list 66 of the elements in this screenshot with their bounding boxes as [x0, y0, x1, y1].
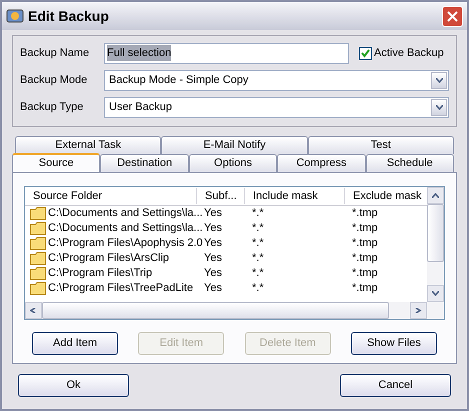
- table-cell-text: C:\Program Files\TreePadLite: [48, 281, 194, 296]
- checkmark-icon: [361, 48, 370, 58]
- column-header[interactable]: Source Folder: [25, 188, 197, 204]
- table-cell-text: Yes: [203, 266, 223, 282]
- table-cell-text: C:\Program Files\Apophysis 2.0: [48, 236, 203, 252]
- button[interactable]: Show Files: [350, 332, 437, 355]
- table-cell-text: *.*: [251, 221, 265, 236]
- left-caret-icon: [30, 308, 37, 313]
- selected-text: Full selection: [107, 44, 172, 62]
- table-cell-text: *.tmp: [351, 251, 379, 266]
- folder-icon: [30, 267, 46, 280]
- down-caret-icon: [436, 78, 442, 82]
- tab[interactable]: Test: [308, 136, 454, 154]
- tab[interactable]: Options: [188, 154, 278, 172]
- dropdown-button[interactable]: [431, 72, 447, 88]
- tab[interactable]: Destination: [100, 154, 189, 172]
- table-cell-text: Yes: [203, 281, 223, 296]
- table-cell-text: *.tmp: [351, 236, 379, 252]
- table-cell-text: *.tmp: [351, 221, 379, 236]
- tab[interactable]: E-Mail Notify: [161, 136, 308, 154]
- vertical-scrollbar[interactable]: [427, 187, 444, 319]
- folder-icon: [30, 252, 46, 265]
- table-cell-text: *.*: [251, 281, 265, 296]
- tab[interactable]: External Task: [15, 136, 162, 154]
- close-button[interactable]: [442, 6, 463, 26]
- table-cell-text: *.*: [251, 206, 265, 222]
- table-cell-text: *.tmp: [351, 206, 379, 222]
- table-cell-text: *.tmp: [351, 281, 379, 296]
- table-cell-text: C:\Program Files\ArsClip: [48, 251, 170, 266]
- button[interactable]: Ok: [18, 374, 129, 397]
- up-caret-icon: [432, 193, 439, 198]
- table-cell-text: C:\Documents and Settings\la...: [48, 221, 203, 236]
- table-cell-text: *.tmp: [351, 266, 379, 282]
- dropdown-button[interactable]: [431, 98, 447, 116]
- table-cell-text: *.*: [251, 266, 265, 282]
- folder-icon: [30, 207, 46, 220]
- column-header[interactable]: Include mask: [245, 188, 345, 204]
- folder-icon: [30, 237, 46, 250]
- column-header[interactable]: Subf...: [197, 188, 245, 204]
- field-label: Backup Mode: [20, 72, 88, 88]
- field-label: Backup Name: [20, 46, 90, 61]
- button[interactable]: Add Item: [32, 332, 118, 355]
- active-backup-checkbox[interactable]: Active Backup: [359, 44, 444, 62]
- table-cell-text: Yes: [203, 251, 223, 266]
- down-caret-icon: [436, 104, 442, 110]
- folder-icon: [30, 222, 46, 235]
- table-cell-text: *.*: [251, 251, 265, 266]
- table-cell-text: *.*: [251, 236, 265, 252]
- tab[interactable]: Source: [12, 153, 100, 172]
- table-cell-text: C:\Documents and Settings\la...: [48, 206, 203, 222]
- tab[interactable]: Schedule: [366, 154, 454, 172]
- close-icon: [447, 10, 458, 22]
- scroll-thumb[interactable]: [427, 204, 444, 262]
- field-label: Backup Type: [20, 100, 84, 115]
- right-caret-icon: [415, 308, 422, 313]
- folder-icon: [30, 282, 46, 295]
- tab[interactable]: Compress: [277, 154, 366, 172]
- button[interactable]: Cancel: [340, 374, 451, 397]
- checkbox[interactable]: [359, 46, 372, 60]
- dropdown[interactable]: User Backup: [104, 96, 449, 118]
- backup-app-icon: [6, 8, 24, 24]
- text-field[interactable]: Full selection: [104, 42, 349, 64]
- down-caret-icon: [432, 291, 439, 296]
- window-title: Edit Backup: [28, 6, 110, 26]
- table-cell-text: C:\Program Files\Trip: [48, 266, 152, 282]
- dropdown[interactable]: Backup Mode - Simple Copy: [104, 70, 449, 90]
